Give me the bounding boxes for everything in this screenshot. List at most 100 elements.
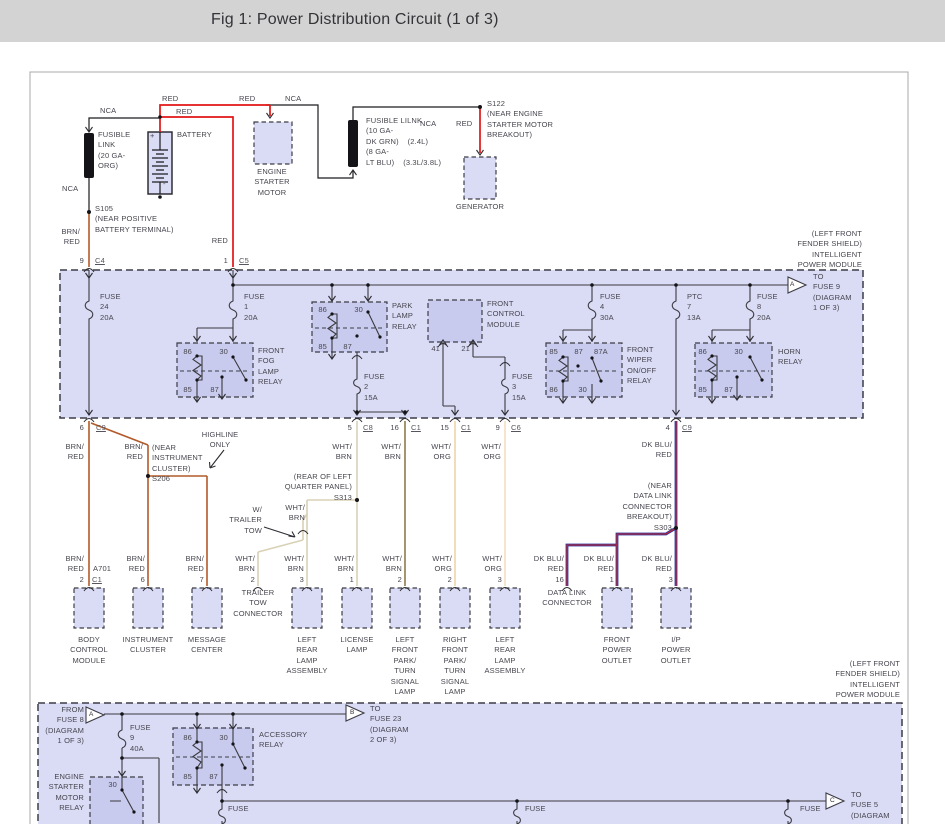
wire-brnred-row-a1: BRN/ RED [65,442,84,462]
connector-c8[interactable]: C8 [363,423,373,433]
connector-c4[interactable]: C4 [95,256,105,266]
fog-relay-pin-85: 85 [183,385,192,394]
wire-red-mid: RED [239,94,256,103]
connector-c9[interactable]: C9 [96,423,106,433]
highline-only-label: HIGHLINE ONLY [201,430,239,450]
from-fuse-8-label: FROM FUSE 8 (DIAGRAM 1 OF 3) [45,705,84,746]
fcm-pin-21: 21 [461,344,470,353]
connector-c6[interactable]: C6 [511,423,521,433]
esm-relay-pin-30: 30 [108,780,117,789]
wire-whtbrn-row-b2: WHT/ BRN [284,554,304,574]
esm-relay-label: ENGINE STARTER MOTOR RELAY [48,772,84,813]
splice-s122-label: S122 (NEAR ENGINE STARTER MOTOR BREAKOUT… [487,99,554,140]
wire-whtbrn-trailer: WHT/ BRN [285,503,305,523]
triangle-c-letter: C [830,797,835,804]
wiper-relay-label: FRONT WIPER ON/OFF RELAY [627,345,657,386]
instrument-cluster-label: INSTRUMENT CLUSTER [122,635,174,655]
acc-relay-pin-87: 87 [209,772,218,781]
wiper-relay-pin-87: 87 [574,347,583,356]
exit-pin-9b: 9 [495,423,500,432]
accessory-relay-label: ACCESSORY RELAY [259,730,308,750]
fuse-8-label: FUSE 8 20A [757,292,778,322]
battery-plus: + [150,131,155,140]
triangle-a2-letter: A [89,711,94,718]
pin-3-lrla1: 3 [299,575,304,584]
wire-dkblured-row-b3: DK BLU/ RED [641,554,672,574]
left-rear-lamp-2-label: LEFT REAR LAMP ASSEMBLY [484,635,526,676]
exit-pin-16: 16 [390,423,399,432]
wire-whtbrn-row-b1: WHT/ BRN [235,554,255,574]
message-center-label: MESSAGE CENTER [187,635,227,655]
acc-relay-pin-85: 85 [183,772,192,781]
horn-relay-pin-30: 30 [734,347,743,356]
to-fuse-23-label: TO FUSE 23 (DIAGRAM 2 OF 3) [370,704,409,745]
fuse-9-label: FUSE 9 40A [130,723,151,753]
wire-dkblured-row-b1: DK BLU/ RED [533,554,564,574]
horn-relay-pin-87: 87 [724,385,733,394]
splice-s105-label: S105 (NEAR POSITIVE BATTERY TERMINAL) [95,204,174,234]
pin-2-rf: 2 [447,575,452,584]
bcm-label: BODY CONTROL MODULE [70,635,108,665]
pin-2-lf: 2 [397,575,402,584]
connector-c9-b[interactable]: C9 [682,423,692,433]
fusible-link-2-label: FUSIBLE LILNK (10 GA- DK GRN) (2.4L) (8 … [366,116,442,167]
to-fuse-5-label: TO FUSE 5 (DIAGRAM [851,790,890,820]
battery-label: BATTERY [177,130,212,139]
connector-c1-b[interactable]: C1 [461,423,471,433]
fuse-bottom-2-label: FUSE [525,804,546,813]
fog-relay-pin-86: 86 [183,347,192,356]
wire-whtbrn-row-a1: WHT/ BRN [332,442,352,462]
wire-brnred-row-a2: BRN/ RED [124,442,143,462]
w-trailer-tow-label: W/ TRAILER TOW [229,505,262,535]
pin-7-message: 7 [199,575,204,584]
exit-pin-15: 15 [440,423,449,432]
pin-3-ipo: 3 [668,575,673,584]
exit-pin-6: 6 [79,423,84,432]
wire-red-battery-1: RED [162,94,179,103]
wiper-relay-pin-87a: 87A [594,347,608,356]
fuse-bottom-1-label: FUSE [228,804,249,813]
diagram-labels: NCA RED RED RED NCA NCA RED FUSIBLE LINK (20 GA… [0,0,945,824]
horn-relay-pin-85: 85 [698,385,707,394]
wire-whtorg-row-b2: WHT/ ORG [482,554,502,574]
wire-red-generator: RED [456,119,473,128]
horn-relay-label: HORN RELAY [778,347,803,367]
pin-16-dlc: 16 [555,575,564,584]
wire-whtbrn-row-b4: WHT/ BRN [382,554,402,574]
left-rear-lamp-1-label: LEFT REAR LAMP ASSEMBLY [286,635,328,676]
connector-a701: A701 [93,564,112,573]
rf-park-turn-label: RIGHT FRONT PARK/ TURN SIGNAL LAMP [440,635,470,697]
data-link-connector-label: DATA LINK CONNECTOR [542,588,592,608]
ipm2-label: (LEFT FRONT FENDER SHIELD) INTELLIGENT P… [835,659,900,700]
park-relay-pin-86: 86 [318,305,327,314]
park-relay-label: PARK LAMP RELAY [392,301,417,331]
wiper-relay-pin-30: 30 [578,385,587,394]
fog-relay-pin-87: 87 [210,385,219,394]
connector-c1-a[interactable]: C1 [411,423,421,433]
exit-pin-5: 5 [347,423,352,432]
park-relay-pin-85: 85 [318,342,327,351]
horn-relay-pin-86: 86 [698,347,707,356]
to-fuse-9-label: TO FUSE 9 (DIAGRAM 1 OF 3) [813,272,852,313]
wire-red-battery-2: RED [176,107,193,116]
wire-whtorg-row-b1: WHT/ ORG [432,554,452,574]
battery-minus: - [163,179,166,188]
connector-c1-bcm[interactable]: C1 [92,575,102,585]
wire-dkblured-row-a: DK BLU/ RED [641,440,672,460]
acc-relay-pin-30: 30 [219,733,228,742]
park-relay-pin-87: 87 [343,342,352,351]
front-power-outlet-label: FRONT POWER OUTLET [601,635,633,665]
pin-3-lrla2: 3 [497,575,502,584]
generator-label: GENERATOR [455,202,505,211]
wire-whtbrn-row-b3: WHT/ BRN [334,554,354,574]
fuse-3-label: FUSE 3 15A [512,372,533,402]
fuse-24-label: FUSE 24 20A [100,292,121,322]
fuse-bottom-3-label: FUSE [800,804,821,813]
connector-c5[interactable]: C5 [239,256,249,266]
fuse-4-label: FUSE 4 30A [600,292,621,322]
wire-brnred-row-b1: BRN/ RED [65,554,84,574]
pin-2-trailer: 2 [250,575,255,584]
wiper-relay-pin-86: 86 [549,385,558,394]
wire-nca-mid: NCA [285,94,302,103]
wire-brnred-row-b2: BRN/ RED [126,554,145,574]
